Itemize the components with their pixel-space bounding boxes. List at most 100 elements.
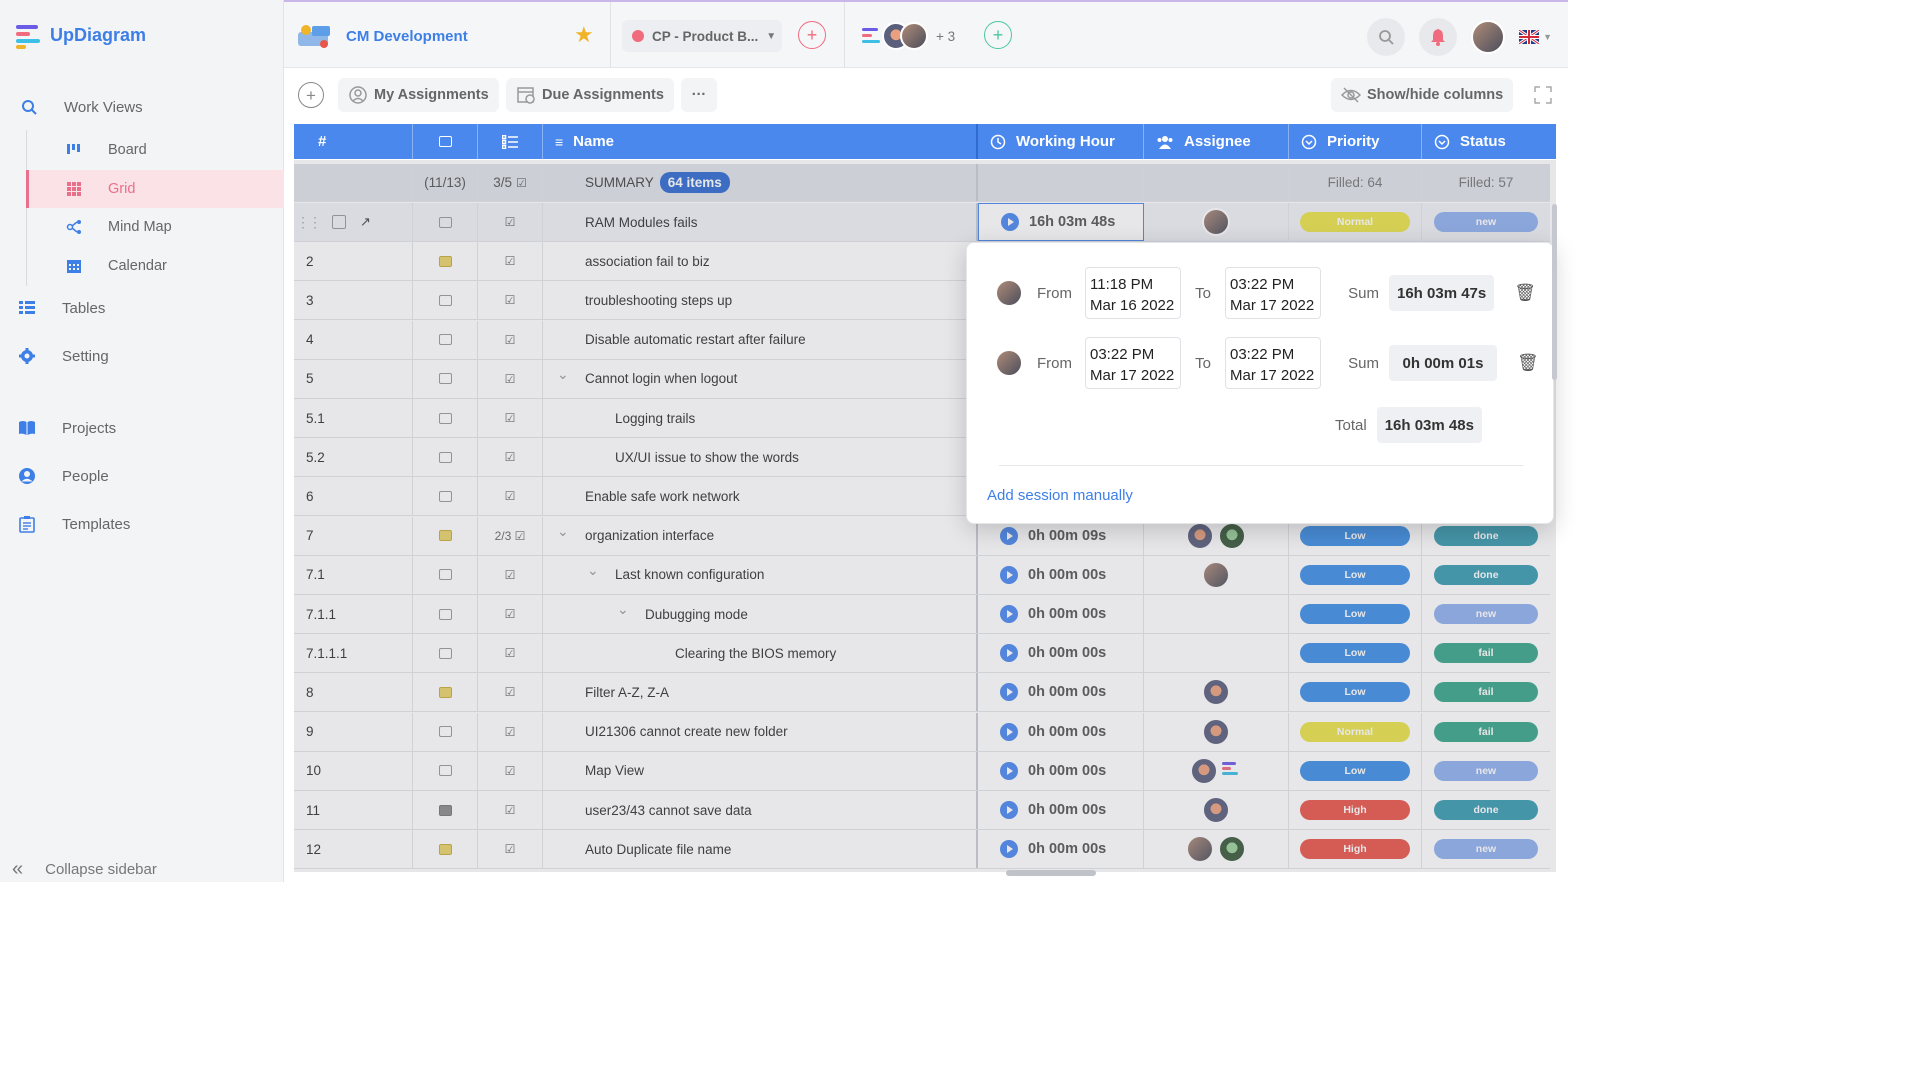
session-from-input[interactable]: 03:22 PM Mar 17 2022 [1085,337,1181,389]
play-icon[interactable] [1000,605,1018,623]
column-header-priority[interactable]: Priority [1289,124,1422,159]
status-badge[interactable]: new [1434,212,1538,232]
assignee-avatar[interactable] [1202,208,1230,236]
comment-icon[interactable] [438,569,452,581]
open-external-icon[interactable]: ↗ [360,214,371,230]
timer-control[interactable]: 0h 00m 00s [1000,840,1106,859]
show-hide-columns-button[interactable]: Show/hide columns [1331,78,1514,112]
column-header-working-hour[interactable]: Working Hour [978,124,1144,159]
nav-people[interactable]: People [18,467,109,485]
comment-icon[interactable] [438,647,452,659]
comment-icon[interactable] [438,490,452,502]
add-view-button[interactable]: + [298,82,324,108]
task-name[interactable]: Logging trails [615,411,695,426]
comment-icon[interactable] [438,216,452,228]
timer-control[interactable]: 0h 00m 00s [1000,565,1106,584]
comment-icon[interactable] [438,255,452,267]
checklist-indicator[interactable]: ☑ [505,372,516,386]
priority-badge[interactable]: High [1300,839,1410,860]
assignee-avatar[interactable] [1218,835,1246,864]
task-name[interactable]: Disable automatic restart after failure [585,332,806,347]
assignee-avatar[interactable] [1186,835,1214,864]
assignee-avatar[interactable] [1202,717,1230,746]
priority-badge[interactable]: Low [1300,525,1410,546]
timer-control[interactable]: 0h 00m 00s [1000,605,1106,623]
comment-icon[interactable] [438,608,452,620]
sidebar-item-mind-map[interactable]: Mind Map [26,208,284,246]
column-header-number[interactable]: # [294,124,413,159]
task-name[interactable]: Enable safe work network [585,489,740,504]
more-views-button[interactable]: ··· [681,78,717,112]
status-badge[interactable]: done [1434,564,1538,585]
trash-icon[interactable]: 🗑 [1514,283,1536,303]
task-name[interactable]: troubleshooting steps up [585,293,732,308]
checklist-indicator[interactable]: ☑ [505,333,516,347]
checklist-indicator[interactable]: ☑ [505,489,516,503]
checklist-indicator[interactable]: ☑ [505,685,516,699]
table-row[interactable]: 7.1.1 ☑ ⌄ Dubugging mode 0h 00m 00s Low new [294,595,1550,634]
comment-icon[interactable] [438,804,452,816]
task-name[interactable]: user23/43 cannot save data [585,803,752,818]
task-name[interactable]: Map View [585,763,644,778]
status-badge[interactable]: done [1434,800,1538,820]
sidebar-item-calendar[interactable]: Calendar [26,247,284,285]
play-icon[interactable] [1000,644,1018,663]
table-row[interactable]: 8 ☑ Filter A-Z, Z-A 0h 00m 00s Low fail [294,673,1550,713]
comment-icon[interactable] [438,765,452,777]
add-member-button[interactable]: + [984,21,1012,49]
add-session-link[interactable]: Add session manually [987,487,1133,504]
chevron-down-icon[interactable]: ⌄ [587,562,599,579]
app-logo[interactable]: UpDiagram [16,22,146,49]
session-to-input[interactable]: 03:22 PM Mar 17 2022 [1225,337,1321,389]
checklist-indicator[interactable]: ☑ [505,411,516,425]
priority-badge[interactable]: Low [1300,682,1410,703]
timer-control[interactable]: 0h 00m 00s [1000,644,1106,663]
checklist-indicator[interactable]: ☑ [505,254,516,268]
nav-work-views[interactable]: Work Views [20,98,143,116]
task-name[interactable]: UX/UI issue to show the words [615,450,799,465]
status-badge[interactable]: fail [1434,682,1538,703]
table-row[interactable]: ⋮⋮ ↗ ☑ RAM Modules fails 16h 03m 48s Normal ne… [294,203,1550,242]
chevron-down-icon[interactable]: ⌄ [557,366,569,383]
checklist-indicator[interactable]: ☑ [505,646,516,660]
sidebar-item-board[interactable]: Board [26,131,284,169]
comment-icon[interactable] [438,334,452,346]
priority-badge[interactable]: Normal [1300,721,1410,742]
language-selector[interactable]: ▼ [1519,30,1552,44]
column-header-checklist[interactable] [478,124,543,159]
play-icon[interactable] [1001,213,1019,231]
play-icon[interactable] [1000,801,1018,819]
nav-tables[interactable]: Tables [18,299,105,317]
task-name[interactable]: association fail to biz [585,254,710,269]
checklist-indicator[interactable]: ☑ [505,607,516,621]
table-row[interactable]: 11 ☑ user23/43 cannot save data 0h 00m 00s H… [294,791,1550,830]
members-group[interactable]: + 3 [862,22,955,50]
nav-templates[interactable]: Templates [18,515,130,533]
priority-badge[interactable]: Low [1300,760,1410,781]
column-header-assignee[interactable]: Assignee [1144,124,1289,159]
vertical-scrollbar[interactable] [1552,204,1557,380]
priority-badge[interactable]: High [1300,800,1410,820]
collapse-sidebar-button[interactable]: « Collapse sidebar [12,858,157,881]
task-name[interactable]: Dubugging mode [645,607,748,622]
column-header-status[interactable]: Status [1422,124,1556,159]
task-name[interactable]: RAM Modules fails [585,215,698,230]
comment-icon[interactable] [438,294,452,306]
checklist-indicator[interactable]: ☑ [505,764,516,778]
status-badge[interactable]: fail [1434,643,1538,664]
project-selector[interactable]: CM Development [296,22,468,50]
checklist-indicator[interactable]: ☑ [505,215,516,229]
notifications-button[interactable] [1419,18,1458,56]
status-badge[interactable]: new [1434,604,1538,624]
chevron-down-icon[interactable]: ⌄ [557,523,569,540]
timer-control[interactable]: 0h 00m 09s [1000,526,1106,545]
table-row[interactable]: 10 ☑ Map View 0h 00m 00s Low new [294,751,1550,791]
play-icon[interactable] [1000,526,1018,545]
task-name[interactable]: UI21306 cannot create new folder [585,724,788,739]
priority-badge[interactable]: Low [1300,564,1410,585]
timer-control[interactable]: 0h 00m 00s [1000,801,1106,819]
play-icon[interactable] [1000,565,1018,584]
task-name[interactable]: Auto Duplicate file name [585,842,731,857]
horizontal-scrollbar[interactable] [1006,870,1096,876]
checklist-indicator[interactable]: ☑ [505,725,516,739]
